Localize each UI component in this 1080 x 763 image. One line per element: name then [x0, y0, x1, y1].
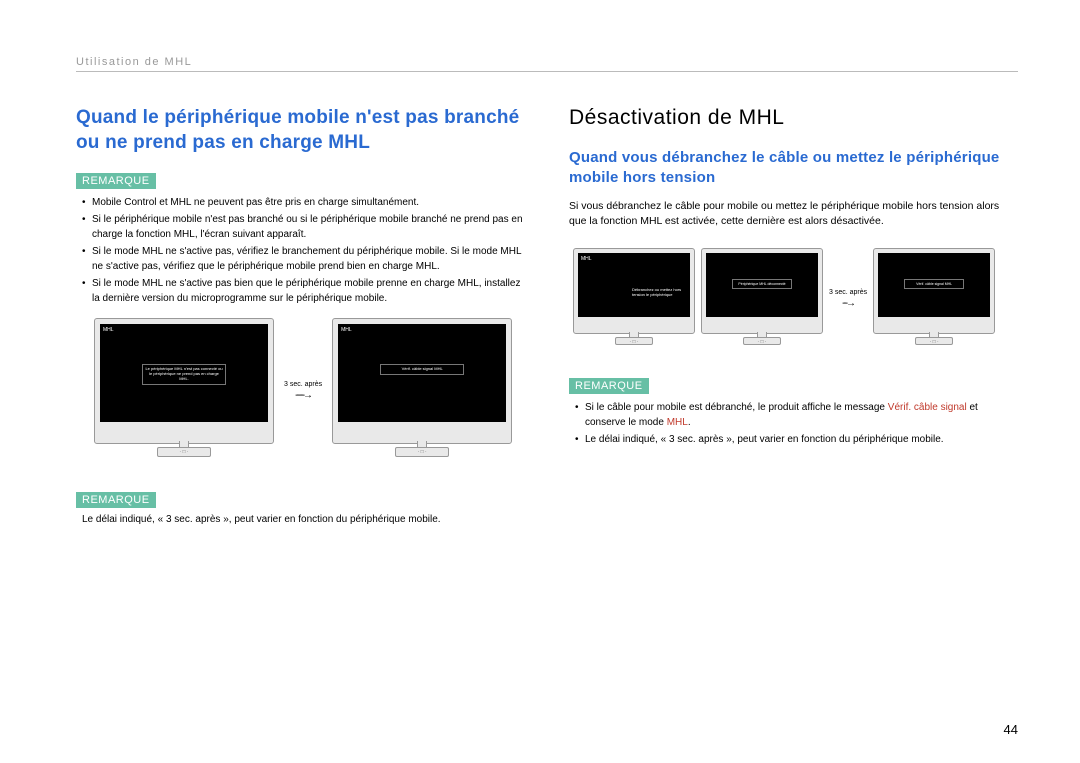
monitor-illustration-1: MHL Le périphérique MHL n'est pas connec…	[94, 318, 274, 444]
screen-message: Le périphérique MHL n'est pas connecté o…	[142, 364, 226, 384]
monitor-illustration-2: MHL Vérif. câble signal MHL	[332, 318, 512, 444]
delay-text: 3 sec. après	[284, 381, 322, 388]
remarque-tag: REMARQUE	[76, 173, 156, 189]
screen-tag: MHL	[103, 327, 114, 333]
screen-message: Vérif. câble signal MHL	[904, 279, 964, 289]
list-item: Si le mode MHL ne s'active pas bien que …	[82, 276, 525, 306]
list-item: Mobile Control et MHL ne peuvent pas êtr…	[82, 195, 525, 210]
screen-tag: MHL	[581, 256, 592, 262]
list-item: Si le périphérique mobile n'est pas bran…	[82, 212, 525, 242]
right-heading-main: Désactivation de MHL	[569, 106, 1018, 130]
right-column: Désactivation de MHL Quand vous débranch…	[569, 106, 1018, 525]
monitor-illustration-2: Périphérique MHL déconnecté	[701, 248, 823, 334]
left-column: Quand le périphérique mobile n'est pas b…	[76, 106, 525, 525]
remarque-tag: REMARQUE	[569, 378, 649, 394]
list-item: Le délai indiqué, « 3 sec. après », peut…	[575, 432, 1018, 447]
right-subheading: Quand vous débranchez le câble ou mettez…	[569, 148, 1018, 189]
arrow-right-icon: ---→	[842, 298, 854, 309]
left-figure: MHL Le périphérique MHL n'est pas connec…	[94, 318, 525, 464]
right-bullet-list: Si le câble pour mobile est débranché, l…	[569, 400, 1018, 447]
header-divider	[76, 71, 1018, 72]
right-figure: MHL Débranchez ou mettez hors tension le…	[573, 248, 1018, 350]
text-fragment: .	[688, 417, 691, 428]
text-highlight: MHL	[667, 417, 688, 428]
remarque-tag: REMARQUE	[76, 492, 156, 508]
left-heading: Quand le périphérique mobile n'est pas b…	[76, 106, 525, 155]
text-highlight: Vérif. câble signal	[888, 402, 967, 413]
text-fragment: Si le câble pour mobile est débranché, l…	[585, 402, 888, 413]
right-paragraph: Si vous débranchez le câble pour mobile …	[569, 199, 1018, 231]
screen-tag: MHL	[341, 327, 352, 333]
screen-message: Périphérique MHL déconnecté	[732, 279, 792, 289]
delay-text: 3 sec. après	[829, 289, 867, 296]
left-bullet-list: Mobile Control et MHL ne peuvent pas êtr…	[76, 195, 525, 306]
screen-caption: Débranchez ou mettez hors tension le pér…	[632, 287, 682, 297]
screen-message: Vérif. câble signal MHL	[380, 364, 464, 375]
page-number: 44	[1004, 722, 1018, 737]
monitor-illustration-1: MHL Débranchez ou mettez hors tension le…	[573, 248, 695, 334]
transition-label: 3 sec. après ---→	[829, 289, 867, 309]
list-item: Si le mode MHL ne s'active pas, vérifiez…	[82, 244, 525, 274]
breadcrumb: Utilisation de MHL	[76, 56, 1018, 68]
transition-label: 3 sec. après ------→	[284, 381, 322, 401]
left-note-2: Le délai indiqué, « 3 sec. après », peut…	[76, 514, 525, 525]
arrow-right-icon: ------→	[295, 390, 311, 401]
monitor-illustration-3: Vérif. câble signal MHL	[873, 248, 995, 334]
list-item: Si le câble pour mobile est débranché, l…	[575, 400, 1018, 430]
